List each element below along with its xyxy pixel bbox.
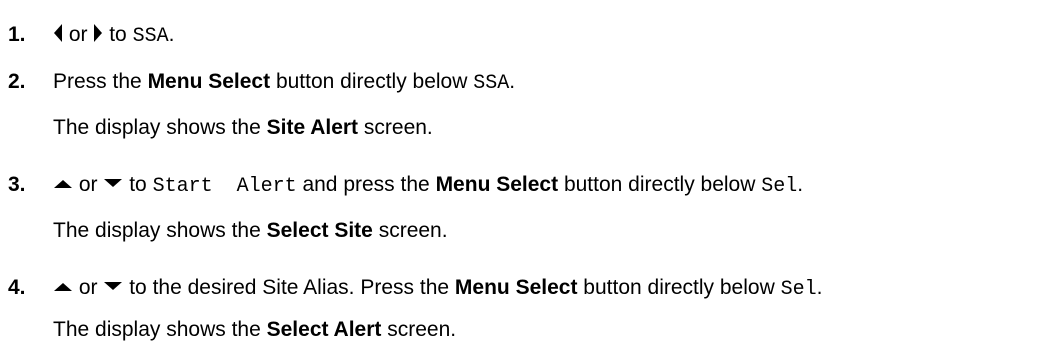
step-4-result: The display shows the Select Alert scree…: [0, 315, 1043, 345]
step-number: 1.: [8, 23, 26, 46]
step-4-line-2: The display shows the Select Alert scree…: [53, 315, 456, 345]
step-text: The display shows the: [53, 116, 261, 139]
instruction-list: 1. or to SSA. 2. Press the Menu Select b…: [0, 0, 1043, 348]
code-text: Start Alert: [152, 175, 297, 198]
step-2: 2. Press the Menu Select button directly…: [0, 67, 1043, 97]
step-3-line-1: or to Start Alert and press the Menu Sel…: [53, 170, 803, 202]
down-arrow-icon: [103, 177, 123, 189]
bold-term: Select Site: [266, 219, 373, 242]
code-text: SSA: [132, 25, 169, 48]
step-text: button directly below: [275, 70, 468, 93]
or-text: or: [78, 173, 98, 196]
code-text: SSA: [473, 72, 510, 95]
step-text: to: [109, 23, 127, 46]
step-1-line-1: or to SSA.: [53, 20, 174, 52]
step-number: 3.: [8, 173, 26, 196]
period: .: [816, 276, 823, 299]
step-2-line-2: The display shows the Site Alert screen.: [53, 113, 433, 143]
step-text: screen.: [378, 219, 448, 242]
code-text: Sel: [780, 278, 817, 301]
right-arrow-icon: [93, 23, 103, 43]
step-1: 1. or to SSA.: [0, 20, 1043, 50]
code-text: Sel: [761, 175, 798, 198]
step-text: Press the: [53, 70, 142, 93]
step-text: to the desired Site Alias. Press the: [129, 276, 450, 299]
step-text: button directly below: [583, 276, 775, 299]
step-number: 2.: [8, 70, 26, 93]
step-number: 4.: [8, 276, 26, 299]
step-text: screen.: [387, 318, 457, 341]
step-text: The display shows the: [53, 219, 261, 242]
bold-term: Menu Select: [454, 276, 578, 299]
step-4-line-1: or to the desired Site Alias. Press the …: [53, 273, 822, 305]
step-3: 3. or to Start Alert and press the Menu …: [0, 170, 1043, 200]
step-text: button directly below: [563, 173, 756, 196]
up-arrow-icon: [53, 280, 73, 292]
down-arrow-icon: [103, 280, 123, 292]
step-text: to: [129, 173, 147, 196]
step-2-line-1: Press the Menu Select button directly be…: [53, 67, 515, 99]
period: .: [797, 173, 804, 196]
step-2-result: The display shows the Site Alert screen.: [0, 113, 1043, 143]
period: .: [168, 23, 175, 46]
up-arrow-icon: [53, 177, 73, 189]
step-3-result: The display shows the Select Site screen…: [0, 216, 1043, 246]
step-4: 4. or to the desired Site Alias. Press t…: [0, 273, 1043, 303]
step-text: screen.: [363, 116, 433, 139]
step-3-line-2: The display shows the Select Site screen…: [53, 216, 448, 246]
left-arrow-icon: [53, 23, 63, 43]
or-text: or: [78, 276, 98, 299]
bold-term: Menu Select: [435, 173, 559, 196]
step-text: The display shows the: [53, 318, 261, 341]
period: .: [509, 70, 516, 93]
bold-term: Select Alert: [266, 318, 382, 341]
bold-term: Menu Select: [147, 70, 271, 93]
step-text: and press the: [302, 173, 430, 196]
bold-term: Site Alert: [266, 116, 359, 139]
or-text: or: [68, 23, 88, 46]
